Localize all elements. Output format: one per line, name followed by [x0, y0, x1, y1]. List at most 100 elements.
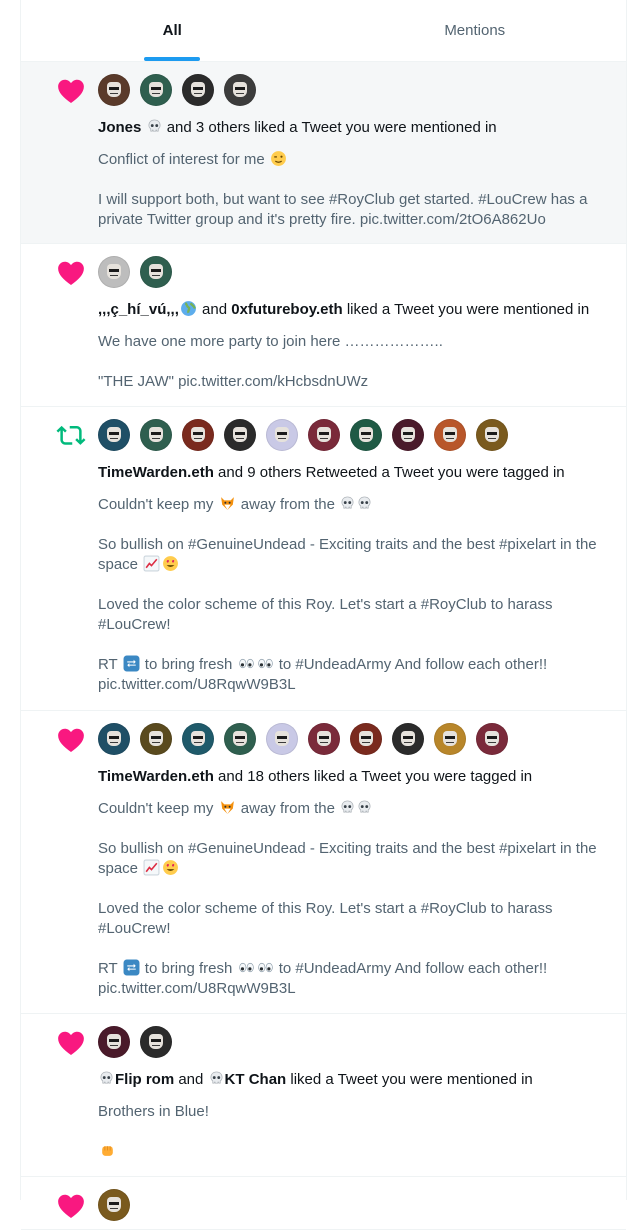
skull-icon [357, 800, 372, 815]
avatar-row [98, 74, 610, 106]
connector-text: and [202, 301, 228, 318]
avatar[interactable] [182, 74, 214, 106]
avatar[interactable] [182, 723, 214, 755]
eyes-icon [257, 655, 274, 672]
avatar[interactable] [224, 723, 256, 755]
avatar[interactable] [350, 419, 382, 451]
notification-item[interactable]: Flip rom and KT Chan liked a Tweet you w… [21, 1014, 626, 1177]
avatar[interactable] [434, 419, 466, 451]
avatar[interactable] [266, 419, 298, 451]
actor-name[interactable]: Flip rom [115, 1071, 174, 1088]
tweet-text: Loved the color scheme of this Roy. Let'… [98, 900, 553, 937]
notification-action: and 3 others liked a Tweet you were ment… [166, 119, 497, 136]
avatar[interactable] [308, 723, 340, 755]
avatar[interactable] [140, 419, 172, 451]
tweet-text: RT [98, 656, 118, 673]
eyes-icon [238, 959, 255, 976]
avatar[interactable] [224, 419, 256, 451]
avatar[interactable] [266, 723, 298, 755]
avatar[interactable] [308, 419, 340, 451]
avatar-row [98, 723, 610, 755]
avatar[interactable] [392, 419, 424, 451]
tweet-text: Couldn't keep my [98, 496, 214, 513]
fist-icon [99, 1142, 116, 1159]
avatar-row [98, 1189, 610, 1221]
fox-icon [219, 799, 236, 816]
globe-icon [180, 300, 197, 317]
notification-action: liked a Tweet you were mentioned in [290, 1071, 533, 1088]
skull-icon [357, 496, 372, 511]
actor-name[interactable]: KT Chan [225, 1071, 287, 1088]
avatar[interactable] [224, 74, 256, 106]
avatar[interactable] [98, 1026, 130, 1058]
tweet-text: Couldn't keep my [98, 800, 214, 817]
avatar[interactable] [182, 419, 214, 451]
notifications-timeline: All Mentions Jones and 3 others liked a … [20, 0, 627, 1230]
tweet-text: to bring fresh [144, 656, 233, 673]
avatar[interactable] [140, 256, 172, 288]
actor-name[interactable]: TimeWarden.eth [98, 464, 214, 481]
actor-name[interactable]: Jones [98, 119, 141, 136]
actor-name[interactable]: 0xfutureboy.eth [231, 301, 342, 318]
tweet-text: RT [98, 960, 118, 977]
eyes-icon [257, 959, 274, 976]
skull-icon [99, 1071, 114, 1086]
tab-all-label: All [162, 22, 182, 39]
tweet-text: We have one more party to join here …………… [98, 333, 443, 350]
avatar-row [98, 419, 610, 451]
avatar[interactable] [476, 723, 508, 755]
avatar[interactable] [98, 74, 130, 106]
tab-all[interactable]: All [21, 0, 324, 61]
tweet-text: to #UndeadArmy And follow each other!! [278, 960, 548, 977]
avatar[interactable] [98, 723, 130, 755]
heart-icon [56, 258, 86, 288]
avatar[interactable] [98, 1189, 130, 1221]
notification-item[interactable]: TimeWarden.eth and 18 others liked a Twe… [21, 711, 626, 1014]
avatar[interactable] [392, 723, 424, 755]
avatar-row [98, 1026, 610, 1058]
heart-icon [56, 725, 86, 755]
tab-mentions[interactable]: Mentions [324, 0, 627, 61]
avatar[interactable] [434, 723, 466, 755]
avatar[interactable] [476, 419, 508, 451]
notification-item[interactable] [21, 1177, 626, 1230]
heart-eyes-icon [162, 555, 179, 572]
connector-text: and [178, 1071, 204, 1088]
avatar[interactable] [98, 256, 130, 288]
notification-item[interactable]: TimeWarden.eth and 9 others Retweeted a … [21, 407, 626, 711]
tweet-link[interactable]: pic.twitter.com/U8RqwW9B3L [98, 980, 296, 997]
chart-increasing-icon [143, 859, 160, 876]
tab-mentions-label: Mentions [444, 22, 506, 39]
notification-actor-line: TimeWarden.eth and 9 others Retweeted a … [98, 463, 610, 483]
avatar[interactable] [140, 74, 172, 106]
eyes-icon [238, 655, 255, 672]
avatar[interactable] [140, 1026, 172, 1058]
repeat-icon [123, 655, 140, 672]
notification-actor-line: ,,,ç_hí_vú,,, and 0xfutureboy.eth liked … [98, 300, 610, 320]
avatar[interactable] [98, 419, 130, 451]
tweet-link[interactable]: pic.twitter.com/U8RqwW9B3L [98, 676, 296, 693]
tweet-text: Conflict of interest for me [98, 151, 265, 168]
tweet-text: Brothers in Blue! [98, 1103, 209, 1120]
avatar[interactable] [140, 723, 172, 755]
heart-eyes-icon [162, 859, 179, 876]
heart-icon [56, 1028, 86, 1058]
tweet-text: I will support both, but want to see #Ro… [98, 191, 588, 228]
actor-name[interactable]: TimeWarden.eth [98, 768, 214, 785]
skull-icon [340, 800, 355, 815]
tweet-preview: Couldn't keep my away from the So bullis… [98, 799, 610, 999]
notification-item[interactable]: ,,,ç_hí_vú,,, and 0xfutureboy.eth liked … [21, 244, 626, 407]
actor-name[interactable]: ,,,ç_hí_vú,,, [98, 301, 179, 318]
notification-actor-line: Jones and 3 others liked a Tweet you wer… [98, 118, 610, 138]
notification-action: and 18 others liked a Tweet you were tag… [218, 768, 533, 785]
skull-icon [147, 119, 162, 134]
avatar[interactable] [350, 723, 382, 755]
skull-icon [340, 496, 355, 511]
retweet-icon [56, 421, 86, 451]
tweet-preview: Conflict of interest for me I will suppo… [98, 150, 610, 230]
chart-increasing-icon [143, 555, 160, 572]
repeat-icon [123, 959, 140, 976]
tweet-preview: Brothers in Blue! [98, 1102, 610, 1162]
notification-item[interactable]: Jones and 3 others liked a Tweet you wer… [21, 62, 626, 244]
active-tab-indicator [144, 57, 201, 61]
